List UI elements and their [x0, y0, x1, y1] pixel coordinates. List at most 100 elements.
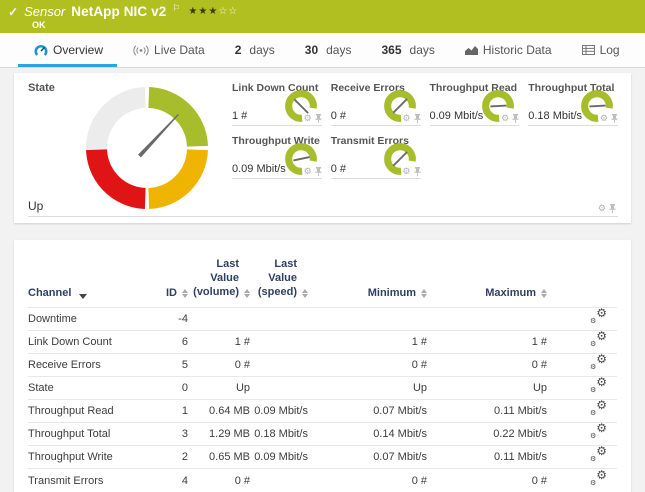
last-value-speed-cell	[250, 354, 308, 377]
channel-table: Channel ID Last Value (volume) Last Value…	[28, 252, 617, 492]
gear-icon[interactable]: ⚙	[598, 204, 606, 213]
channel-id-cell: 3	[150, 423, 188, 446]
channel-id-cell: 2	[150, 446, 188, 469]
col-header-id[interactable]: ID	[150, 252, 188, 308]
col-header-label[interactable]: Last Value	[210, 258, 239, 284]
gear-icon: ⚙	[590, 480, 596, 487]
col-header-label[interactable]: ID	[166, 287, 177, 299]
tab-30-days[interactable]: 30 days	[305, 33, 352, 67]
col-header-label[interactable]: Last Value	[268, 258, 297, 284]
sort-desc-icon	[79, 294, 87, 299]
mini-gauge-value: 0.18 Mbit/s	[528, 110, 582, 122]
col-header-last-value-speed[interactable]: Last Value (speed)	[250, 252, 308, 308]
tab-label[interactable]: days	[326, 43, 351, 57]
maximum-cell: 1 #	[427, 331, 547, 354]
pin-icon[interactable]	[315, 114, 322, 123]
tab-365-days[interactable]: 365 days	[381, 33, 434, 67]
tab-log[interactable]: Log	[582, 33, 620, 67]
table-row: State 0 Up Up Up ⚙ ⚙	[28, 377, 617, 400]
gear-icon: ⚙	[590, 364, 596, 371]
pin-icon[interactable]	[315, 167, 322, 176]
gear-icon[interactable]: ⚙	[402, 114, 410, 123]
table-row: Downtime -4 ⚙ ⚙	[28, 308, 617, 331]
channel-settings-icon[interactable]: ⚙ ⚙	[590, 357, 607, 370]
tab-label[interactable]: Overview	[53, 43, 103, 57]
col-header-channel[interactable]: Channel	[28, 252, 150, 308]
state-gauge-title: State	[28, 82, 55, 94]
pin-icon[interactable]	[414, 114, 421, 123]
tab-label[interactable]: days	[410, 43, 435, 57]
gear-icon: ⚙	[596, 307, 607, 319]
gear-icon[interactable]: ⚙	[600, 114, 608, 123]
pin-icon[interactable]	[609, 204, 616, 213]
channel-settings-icon[interactable]: ⚙ ⚙	[590, 403, 607, 416]
tab-label[interactable]: Live Data	[154, 43, 205, 57]
pin-icon[interactable]	[414, 167, 421, 176]
gauge-throughput-write[interactable]: Throughput Write 0.09 Mbit/s ⚙	[232, 132, 322, 179]
sort-icon	[541, 289, 547, 298]
col-header-label[interactable]: Maximum	[485, 287, 536, 299]
gauge-needle	[138, 114, 179, 157]
channel-settings-icon[interactable]: ⚙ ⚙	[590, 380, 607, 393]
gauge-needle	[491, 106, 507, 107]
maximum-cell: Up	[427, 377, 547, 400]
col-header-last-value-volume[interactable]: Last Value (volume)	[188, 252, 250, 308]
channel-name-cell: Link Down Count	[28, 331, 150, 354]
channel-id-cell: 1	[150, 400, 188, 423]
tab-label[interactable]: Log	[600, 43, 620, 57]
gear-icon: ⚙	[596, 399, 607, 411]
tab-live-data[interactable]: Live Data	[133, 33, 205, 67]
gauges-panel: State Link Down Count 1 # ⚙	[14, 73, 631, 223]
tab-label[interactable]: days	[249, 43, 274, 57]
col-header-label[interactable]: Channel	[28, 287, 71, 299]
table-header-row: Channel ID Last Value (volume) Last Value…	[28, 252, 617, 308]
col-header-label[interactable]: (volume)	[193, 286, 239, 298]
stars-empty[interactable]: ☆☆	[218, 6, 238, 17]
col-header-label[interactable]: Minimum	[368, 287, 416, 299]
channel-id-cell: 5	[150, 354, 188, 377]
table-row: Throughput Read 1 0.64 MB 0.09 Mbit/s 0.…	[28, 400, 617, 423]
tab-overview[interactable]: Overview	[34, 33, 103, 67]
tab-number[interactable]: 30	[305, 43, 318, 57]
stars-filled[interactable]: ★★★	[188, 6, 218, 17]
last-value-volume-cell	[188, 308, 250, 331]
channel-settings-icon[interactable]: ⚙ ⚙	[590, 334, 607, 347]
log-icon	[582, 45, 595, 55]
sensor-title: NetApp NIC v2	[71, 4, 166, 19]
tab-historic-data[interactable]: Historic Data	[465, 33, 552, 67]
channel-settings-icon[interactable]: ⚙ ⚙	[590, 426, 607, 439]
channel-settings-icon[interactable]: ⚙ ⚙	[590, 449, 607, 462]
gauge-needle	[589, 106, 605, 107]
tab-number[interactable]: 2	[235, 43, 242, 57]
col-header-maximum[interactable]: Maximum	[427, 252, 547, 308]
gear-icon[interactable]: ⚙	[304, 114, 312, 123]
gauge-needle	[393, 152, 407, 166]
priority-flag-icon[interactable]: ⚐	[172, 3, 180, 14]
tab-number[interactable]: 365	[381, 43, 401, 57]
pin-icon[interactable]	[512, 114, 519, 123]
state-gauge[interactable]	[84, 85, 210, 211]
gear-icon[interactable]: ⚙	[501, 114, 509, 123]
minimum-cell: 1 #	[308, 331, 427, 354]
gauge-needle	[293, 157, 309, 160]
col-header-label[interactable]: (speed)	[258, 286, 297, 298]
channel-settings-icon[interactable]: ⚙ ⚙	[590, 473, 607, 486]
gear-icon[interactable]: ⚙	[304, 167, 312, 176]
gauge-link-down-count[interactable]: Link Down Count 1 # ⚙	[232, 79, 322, 126]
gauge-transmit-errors[interactable]: Transmit Errors 0 # ⚙	[331, 132, 421, 179]
mini-gauge-value: 0.09 Mbit/s	[430, 110, 484, 122]
pin-icon[interactable]	[611, 114, 618, 123]
last-value-volume-cell: 0.65 MB	[188, 446, 250, 469]
gauge-receive-errors[interactable]: Receive Errors 0 # ⚙	[331, 79, 421, 126]
gauge-throughput-read[interactable]: Throughput Read 0.09 Mbit/s ⚙	[430, 79, 520, 126]
gauge-throughput-total[interactable]: Throughput Total 0.18 Mbit/s ⚙	[528, 79, 618, 126]
priority-stars[interactable]: ★★★☆☆	[188, 6, 238, 17]
live-data-icon	[133, 45, 149, 56]
tab-2-days[interactable]: 2 days	[235, 33, 275, 67]
col-header-minimum[interactable]: Minimum	[308, 252, 427, 308]
gear-icon: ⚙	[596, 422, 607, 434]
tab-label[interactable]: Historic Data	[483, 43, 552, 57]
channel-settings-icon[interactable]: ⚙ ⚙	[590, 311, 607, 324]
maximum-cell: 0.11 Mbit/s	[427, 400, 547, 423]
gear-icon[interactable]: ⚙	[402, 167, 410, 176]
